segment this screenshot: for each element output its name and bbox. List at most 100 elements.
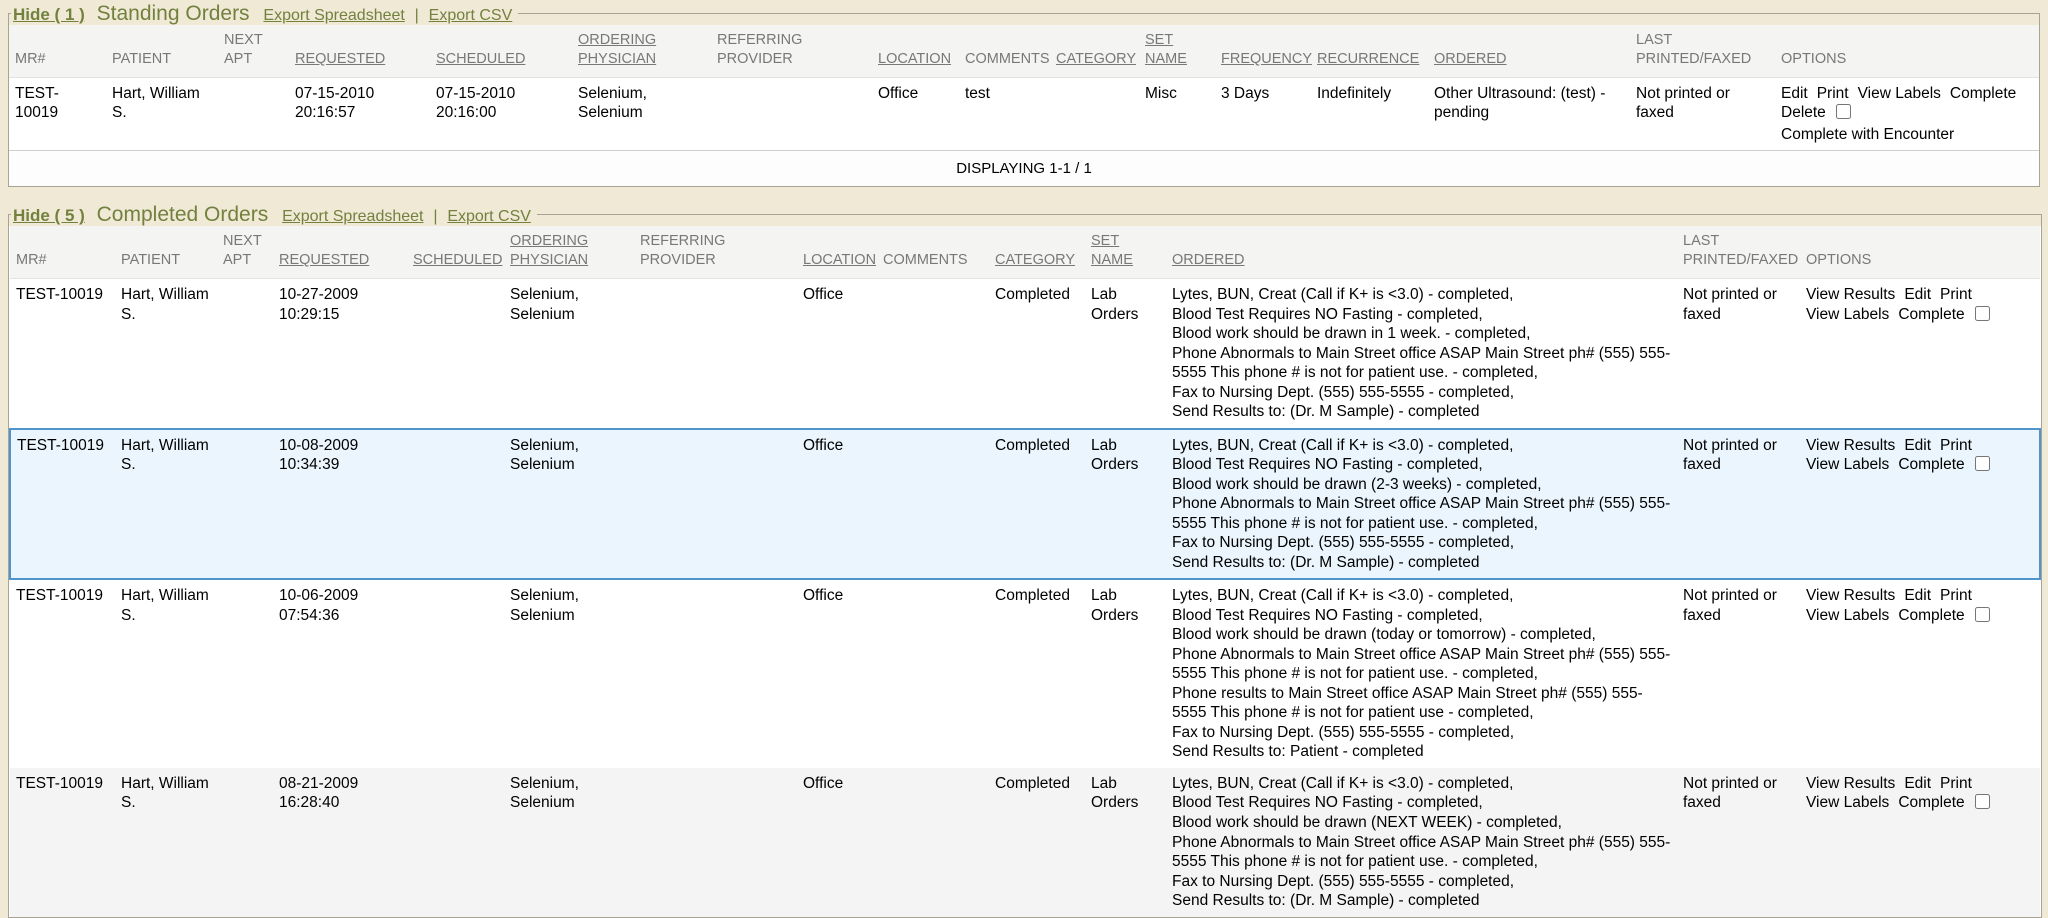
cell-ordering-physician: Selenium, Selenium — [504, 429, 634, 580]
sort-link-ordering-physician[interactable]: ORDERING PHYSICIAN — [510, 233, 588, 268]
cell-ordered: Lytes, BUN, Creat (Call if K+ is <3.0) -… — [1166, 579, 1677, 768]
completed-orders-section: Hide ( 5 ) Completed Orders Export Sprea… — [8, 203, 2042, 917]
cell-location: Office — [872, 77, 959, 151]
order-checkbox[interactable] — [1975, 794, 1990, 809]
cell-requested: 10-27-2009 10:29:15 — [273, 279, 407, 429]
ordered-item: Lytes, BUN, Creat (Call if K+ is <3.0) -… — [1172, 436, 1671, 456]
sort-link-location[interactable]: LOCATION — [878, 51, 951, 67]
sort-link-requested[interactable]: REQUESTED — [295, 51, 385, 67]
column-header-referring-provider: REFERRING PROVIDER — [634, 226, 797, 278]
completed-orders-hide-link[interactable]: Hide ( 5 ) — [13, 206, 85, 225]
edit-link[interactable]: Edit — [1904, 436, 1931, 456]
sort-link-set-name[interactable]: SET NAME — [1091, 233, 1133, 268]
sort-link-scheduled[interactable]: SCHEDULED — [413, 252, 502, 268]
sort-link-requested[interactable]: REQUESTED — [279, 252, 369, 268]
column-header-last-printed-faxed: LAST PRINTED/FAXED — [1630, 25, 1775, 77]
cell-set-name: Lab Orders — [1085, 768, 1166, 917]
column-header-scheduled: SCHEDULED — [430, 25, 572, 77]
view-results-link[interactable]: View Results — [1806, 285, 1895, 305]
completed-orders-export-csv-link[interactable]: Export CSV — [447, 208, 531, 225]
view-labels-link[interactable]: View Labels — [1806, 606, 1889, 626]
cell-scheduled: 07-15-2010 20:16:00 — [430, 77, 572, 151]
sort-link-ordering-physician[interactable]: ORDERING PHYSICIAN — [578, 32, 656, 67]
cell-options: View Results Edit Print View Labels Complete — [1800, 279, 2040, 429]
cell-ordering-physician: Selenium, Selenium — [504, 768, 634, 917]
view-results-link[interactable]: View Results — [1806, 586, 1895, 606]
complete-with-encounter-link[interactable]: Complete with Encounter — [1781, 125, 2033, 145]
complete-link[interactable]: Complete — [1950, 84, 2016, 104]
column-header-ordering-physician: ORDERING PHYSICIAN — [504, 226, 634, 278]
cell-comments — [877, 279, 989, 429]
print-link[interactable]: Print — [1817, 84, 1849, 104]
cell-set-name: Lab Orders — [1085, 279, 1166, 429]
ordered-item: Lytes, BUN, Creat (Call if K+ is <3.0) -… — [1172, 285, 1671, 305]
completed-orders-export-spreadsheet-link[interactable]: Export Spreadsheet — [282, 208, 423, 225]
complete-link[interactable]: Complete — [1898, 455, 1964, 475]
ordered-item: Blood Test Requires NO Fasting - complet… — [1172, 455, 1671, 475]
cell-scheduled — [407, 768, 504, 917]
sort-link-ordered[interactable]: ORDERED — [1172, 252, 1245, 268]
standing-orders-export-csv-link[interactable]: Export CSV — [429, 7, 513, 24]
ordered-item: Blood Test Requires NO Fasting - complet… — [1172, 606, 1671, 626]
complete-link[interactable]: Complete — [1898, 305, 1964, 325]
sort-link-set-name[interactable]: SET NAME — [1145, 32, 1187, 67]
ordered-item: Lytes, BUN, Creat (Call if K+ is <3.0) -… — [1172, 586, 1671, 606]
order-row: TEST-10019Hart, William S.10-27-2009 10:… — [10, 279, 2040, 429]
edit-link[interactable]: Edit — [1904, 586, 1931, 606]
order-checkbox[interactable] — [1836, 104, 1851, 119]
standing-orders-export-spreadsheet-link[interactable]: Export Spreadsheet — [263, 7, 404, 24]
view-labels-link[interactable]: View Labels — [1806, 455, 1889, 475]
cell-frequency: 3 Days — [1215, 77, 1311, 151]
sort-link-recurrence[interactable]: RECURRENCE — [1317, 51, 1419, 67]
cell-scheduled — [407, 579, 504, 768]
column-header-comments: COMMENTS — [959, 25, 1050, 77]
cell-comments: test — [959, 77, 1050, 151]
sort-link-scheduled[interactable]: SCHEDULED — [436, 51, 525, 67]
edit-link[interactable]: Edit — [1904, 774, 1931, 794]
cell-mr: TEST-10019 — [10, 579, 115, 768]
view-labels-link[interactable]: View Labels — [1806, 793, 1889, 813]
cell-last-printed-faxed: Not printed or faxed — [1630, 77, 1775, 151]
view-labels-link[interactable]: View Labels — [1806, 305, 1889, 325]
cell-location: Office — [797, 579, 877, 768]
view-labels-link[interactable]: View Labels — [1858, 84, 1941, 104]
order-checkbox[interactable] — [1975, 456, 1990, 471]
sort-link-frequency[interactable]: FREQUENCY — [1221, 51, 1312, 67]
print-link[interactable]: Print — [1940, 774, 1972, 794]
ordered-item: Send Results to: (Dr. M Sample) - comple… — [1172, 891, 1671, 911]
column-header-patient: PATIENT — [106, 25, 218, 77]
completed-orders-legend: Hide ( 5 ) Completed Orders Export Sprea… — [11, 203, 537, 226]
legend-divider: | — [433, 208, 437, 225]
sort-link-location[interactable]: LOCATION — [803, 252, 876, 268]
complete-link[interactable]: Complete — [1898, 606, 1964, 626]
view-results-link[interactable]: View Results — [1806, 436, 1895, 456]
standing-orders-hide-link[interactable]: Hide ( 1 ) — [13, 5, 85, 24]
cell-ordering-physician: Selenium, Selenium — [572, 77, 711, 151]
ordered-item: Phone Abnormals to Main Street office AS… — [1172, 645, 1671, 684]
sort-link-category[interactable]: CATEGORY — [995, 252, 1075, 268]
cell-category: Completed — [989, 279, 1085, 429]
column-header-frequency: FREQUENCY — [1215, 25, 1311, 77]
standing-orders-section: Hide ( 1 ) Standing Orders Export Spread… — [8, 2, 2040, 187]
sort-link-category[interactable]: CATEGORY — [1056, 51, 1136, 67]
edit-link[interactable]: Edit — [1781, 84, 1808, 104]
delete-link[interactable]: Delete — [1781, 103, 1826, 123]
print-link[interactable]: Print — [1940, 285, 1972, 305]
print-link[interactable]: Print — [1940, 586, 1972, 606]
cell-requested: 10-06-2009 07:54:36 — [273, 579, 407, 768]
complete-link[interactable]: Complete — [1898, 793, 1964, 813]
order-checkbox[interactable] — [1975, 306, 1990, 321]
cell-requested: 08-21-2009 16:28:40 — [273, 768, 407, 917]
sort-link-ordered[interactable]: ORDERED — [1434, 51, 1507, 67]
column-header-last-printed-faxed: LAST PRINTED/FAXED — [1677, 226, 1800, 278]
order-checkbox[interactable] — [1975, 607, 1990, 622]
view-results-link[interactable]: View Results — [1806, 774, 1895, 794]
edit-link[interactable]: Edit — [1904, 285, 1931, 305]
cell-next-apt — [217, 579, 273, 768]
column-header-ordered: ORDERED — [1166, 226, 1677, 278]
cell-set-name: Lab Orders — [1085, 579, 1166, 768]
cell-scheduled — [407, 429, 504, 580]
column-header-recurrence: RECURRENCE — [1311, 25, 1428, 77]
cell-last-printed-faxed: Not printed or faxed — [1677, 768, 1800, 917]
print-link[interactable]: Print — [1940, 436, 1972, 456]
